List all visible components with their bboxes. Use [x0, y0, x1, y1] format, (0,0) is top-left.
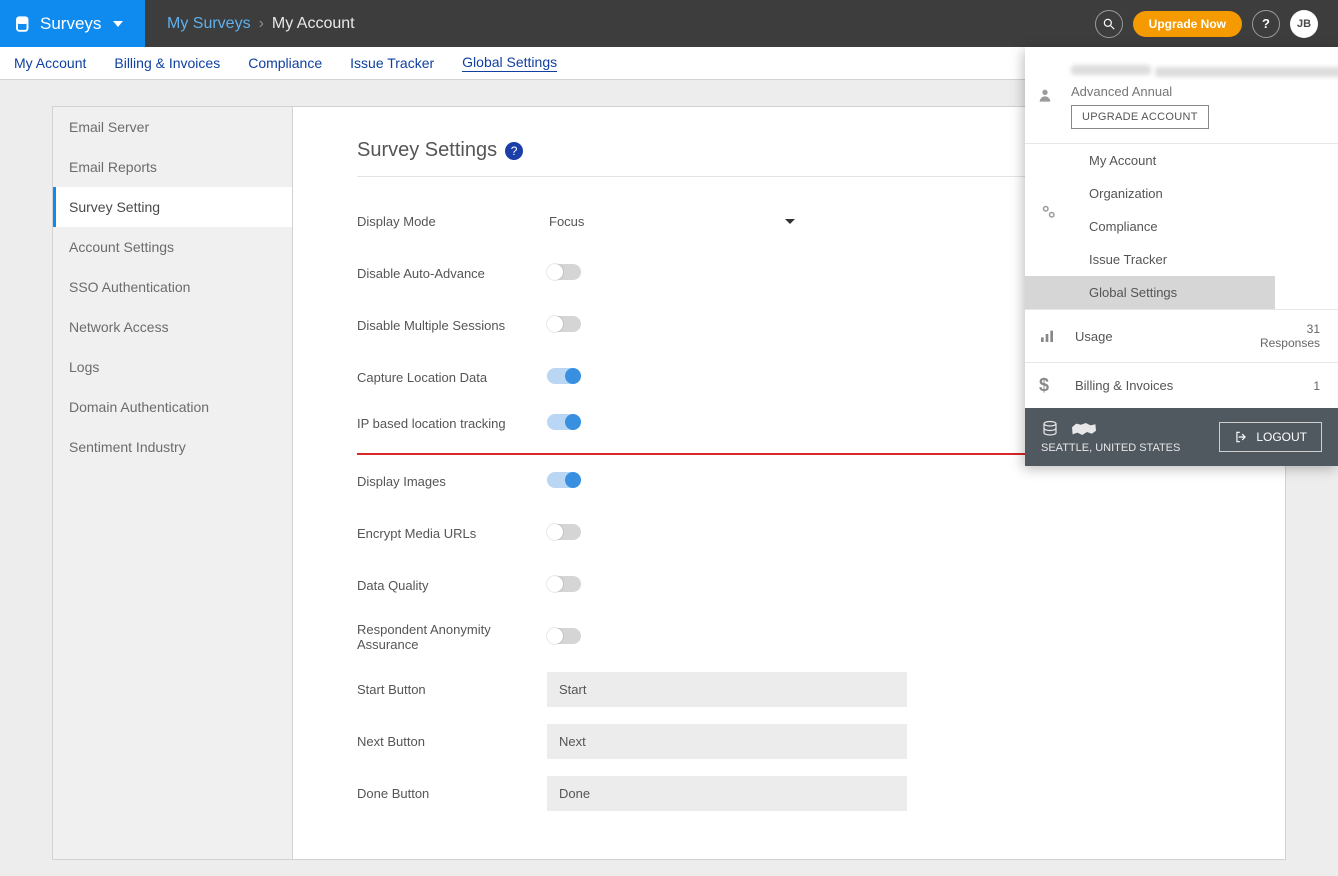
upgrade-now-button[interactable]: Upgrade Now [1133, 11, 1242, 37]
search-button[interactable] [1095, 10, 1123, 38]
help-button[interactable]: ? [1252, 10, 1280, 38]
panel-link-global-settings[interactable]: Global Settings [1025, 276, 1275, 309]
title-help-icon[interactable]: ? [505, 142, 523, 160]
anonymity-label: Respondent Anonymity Assurance [357, 622, 547, 652]
chevron-right-icon: › [259, 15, 264, 33]
panel-footer: SEATTLE, UNITED STATES LOGOUT [1025, 408, 1338, 466]
tab-global-settings[interactable]: Global Settings [462, 54, 557, 72]
chevron-down-icon [785, 219, 795, 224]
usage-count: 31 [1260, 322, 1320, 336]
billing-count: 1 [1313, 379, 1320, 393]
gears-icon [1039, 202, 1057, 220]
crumb-my-account: My Account [272, 15, 355, 33]
startButton-input[interactable] [547, 672, 907, 707]
setting-row-dataQuality: Data Quality [357, 559, 1229, 611]
anonymity-toggle[interactable] [547, 628, 581, 644]
user-icon [1037, 87, 1053, 103]
ipLocation-label: IP based location tracking [357, 416, 547, 431]
encryptMedia-toggle[interactable] [547, 524, 581, 540]
tab-my-account[interactable]: My Account [14, 55, 86, 71]
tab-issue-tracker[interactable]: Issue Tracker [350, 55, 434, 71]
startButton-label: Start Button [357, 682, 547, 697]
brand-label: Surveys [40, 14, 101, 34]
search-icon [1102, 17, 1116, 31]
sidebar-item-sentiment-industry[interactable]: Sentiment Industry [53, 427, 292, 467]
display-mode-label: Display Mode [357, 214, 547, 229]
disableMultipleSessions-label: Disable Multiple Sessions [357, 318, 547, 333]
doneButton-label: Done Button [357, 786, 547, 801]
breadcrumb: My Surveys › My Account [145, 0, 355, 47]
panel-link-my-account[interactable]: My Account [1025, 144, 1338, 177]
brand-logo-icon [14, 15, 32, 33]
display-mode-select[interactable]: Focus [547, 210, 797, 233]
setting-row-doneButton: Done Button [357, 767, 1229, 819]
captureLocation-toggle[interactable] [547, 368, 581, 384]
crumb-my-surveys[interactable]: My Surveys [167, 15, 251, 33]
usage-unit: Responses [1260, 336, 1320, 350]
setting-row-anonymity: Respondent Anonymity Assurance [357, 611, 1229, 663]
displayImages-label: Display Images [357, 474, 547, 489]
bars-icon [1039, 328, 1075, 344]
topbar-actions: Upgrade Now ? JB [1095, 0, 1338, 47]
dataQuality-toggle[interactable] [547, 576, 581, 592]
panel-link-compliance[interactable]: Compliance [1025, 210, 1338, 243]
tab-compliance[interactable]: Compliance [248, 55, 322, 71]
brand-menu[interactable]: Surveys [0, 0, 145, 47]
encryptMedia-label: Encrypt Media URLs [357, 526, 547, 541]
sidebar-item-logs[interactable]: Logs [53, 347, 292, 387]
disableAutoAdvance-label: Disable Auto-Advance [357, 266, 547, 281]
map-icon [1069, 420, 1099, 438]
logout-button[interactable]: LOGOUT [1219, 422, 1322, 452]
upgrade-account-button[interactable]: UPGRADE ACCOUNT [1071, 105, 1209, 129]
usage-row[interactable]: Usage 31 Responses [1025, 309, 1338, 362]
setting-row-nextButton: Next Button [357, 715, 1229, 767]
sidebar-item-sso-authentication[interactable]: SSO Authentication [53, 267, 292, 307]
panel-link-organization[interactable]: Organization [1025, 177, 1338, 210]
account-panel: Advanced Annual UPGRADE ACCOUNT Expires … [1025, 47, 1338, 466]
plan-name: Advanced Annual [1071, 84, 1338, 99]
captureLocation-label: Capture Location Data [357, 370, 547, 385]
sidebar-item-email-server[interactable]: Email Server [53, 107, 292, 147]
page-title-text: Survey Settings [357, 139, 497, 162]
help-icon: ? [1262, 16, 1270, 31]
database-icon [1041, 420, 1059, 438]
dollar-icon: $ [1039, 375, 1075, 396]
billing-row[interactable]: $ Billing & Invoices 1 [1025, 362, 1338, 408]
billing-label: Billing & Invoices [1075, 378, 1173, 393]
account-block: Advanced Annual UPGRADE ACCOUNT Expires … [1025, 47, 1338, 144]
sidebar-item-domain-authentication[interactable]: Domain Authentication [53, 387, 292, 427]
disableAutoAdvance-toggle[interactable] [547, 264, 581, 280]
settings-sidebar: Email ServerEmail ReportsSurvey SettingA… [53, 107, 293, 859]
chevron-down-icon [113, 21, 123, 27]
sidebar-item-account-settings[interactable]: Account Settings [53, 227, 292, 267]
panel-link-issue-tracker[interactable]: Issue Tracker [1025, 243, 1338, 276]
setting-row-startButton: Start Button [357, 663, 1229, 715]
doneButton-input[interactable] [547, 776, 907, 811]
account-email-redacted [1155, 67, 1338, 77]
logout-icon [1234, 430, 1248, 444]
avatar[interactable]: JB [1290, 10, 1318, 38]
displayImages-toggle[interactable] [547, 472, 581, 488]
sidebar-item-survey-setting[interactable]: Survey Setting [53, 187, 292, 227]
display-mode-value: Focus [549, 214, 584, 229]
sidebar-item-network-access[interactable]: Network Access [53, 307, 292, 347]
setting-row-encryptMedia: Encrypt Media URLs [357, 507, 1229, 559]
ipLocation-toggle[interactable] [547, 414, 581, 430]
tab-billing-invoices[interactable]: Billing & Invoices [114, 55, 220, 71]
usage-label: Usage [1075, 329, 1113, 344]
account-name-redacted [1071, 65, 1151, 75]
server-location: SEATTLE, UNITED STATES [1041, 442, 1180, 454]
sidebar-item-email-reports[interactable]: Email Reports [53, 147, 292, 187]
nextButton-input[interactable] [547, 724, 907, 759]
logout-label: LOGOUT [1256, 430, 1307, 444]
nextButton-label: Next Button [357, 734, 547, 749]
topbar: Surveys My Surveys › My Account Upgrade … [0, 0, 1338, 47]
dataQuality-label: Data Quality [357, 578, 547, 593]
panel-nav-group: My AccountOrganizationComplianceIssue Tr… [1025, 144, 1338, 309]
disableMultipleSessions-toggle[interactable] [547, 316, 581, 332]
